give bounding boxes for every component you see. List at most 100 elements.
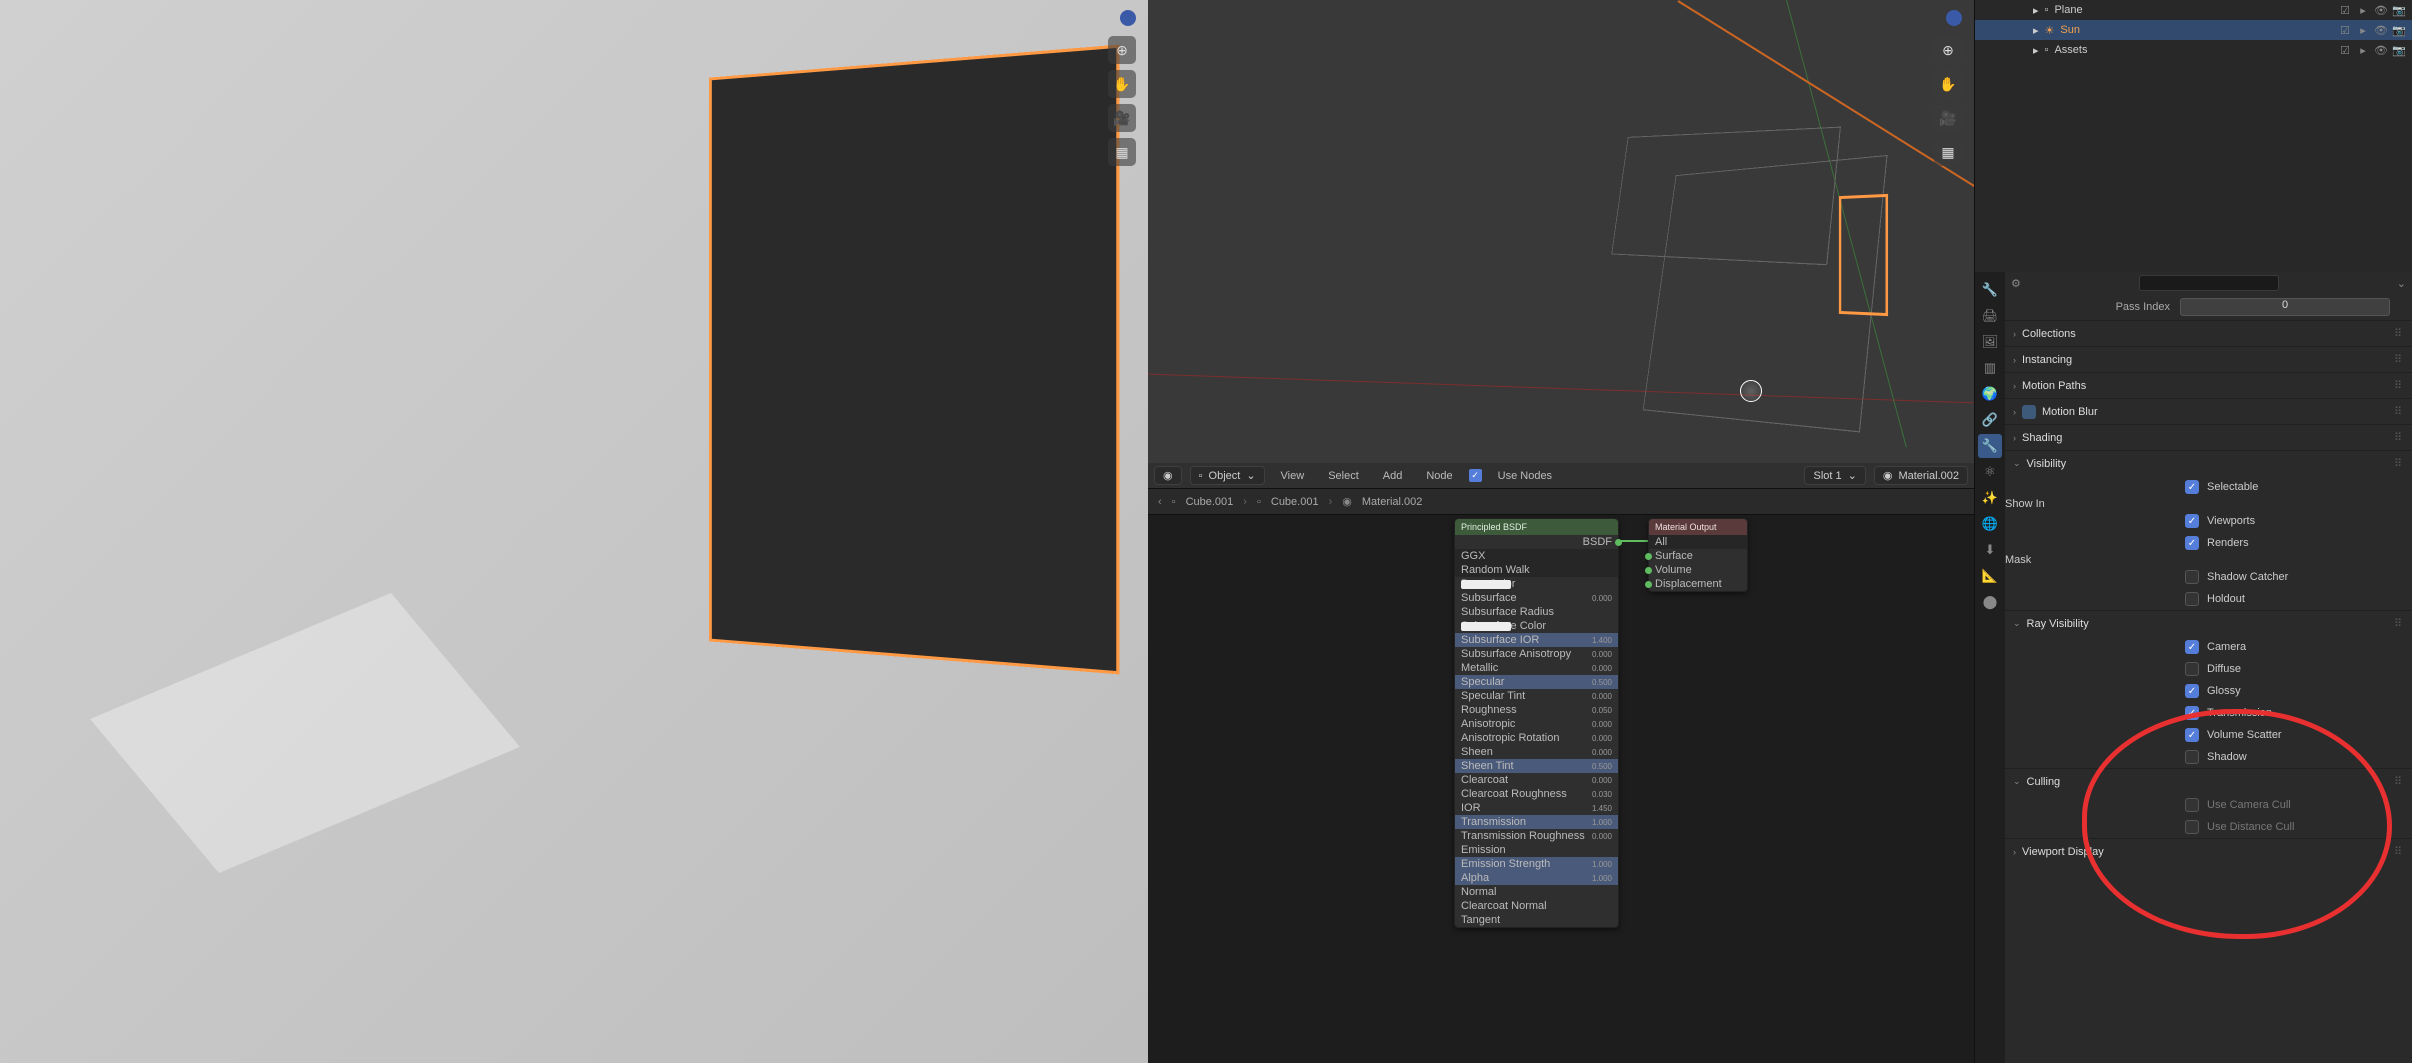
- node-socket[interactable]: Emission Strength1.000: [1455, 857, 1618, 871]
- node-socket[interactable]: Roughness0.050: [1455, 703, 1618, 717]
- edit-viewport[interactable]: ⊕ ✋ 🎥 ▦: [1148, 0, 1974, 463]
- property-tab[interactable]: ▥: [1978, 356, 2002, 380]
- panel-instancing[interactable]: ›Instancing⠿: [2005, 346, 2412, 372]
- filter-icon[interactable]: ⚙: [2011, 277, 2021, 290]
- options-icon[interactable]: ⌄: [2397, 277, 2406, 290]
- node-socket[interactable]: Subsurface Anisotropy0.000: [1455, 647, 1618, 661]
- ray-shadow-check[interactable]: [2185, 750, 2199, 764]
- ray-diffuse-check[interactable]: [2185, 662, 2199, 676]
- node-principled-bsdf[interactable]: Principled BSDF BSDF GGXRandom WalkBase …: [1454, 518, 1619, 928]
- panel-motion-blur[interactable]: ›Motion Blur⠿: [2005, 398, 2412, 424]
- property-tab[interactable]: 🌍: [1978, 382, 2002, 406]
- node-socket[interactable]: Specular0.500: [1455, 675, 1618, 689]
- property-tab[interactable]: ⬤: [1978, 590, 2002, 614]
- property-tab[interactable]: 🔧: [1978, 434, 2002, 458]
- bc-object[interactable]: Cube.001: [1186, 496, 1234, 508]
- node-socket[interactable]: Sheen0.000: [1455, 745, 1618, 759]
- outliner-item[interactable]: ▸☀Sun☑▸👁📷: [1975, 20, 2412, 40]
- node-socket[interactable]: Alpha1.000: [1455, 871, 1618, 885]
- camera-icon[interactable]: 🎥: [1108, 104, 1136, 132]
- output-target[interactable]: All: [1649, 535, 1747, 549]
- node-socket[interactable]: Base Color: [1455, 577, 1618, 591]
- selectable-check[interactable]: ✓: [2185, 480, 2199, 494]
- node-material-output[interactable]: Material Output All Surface Volume Displ…: [1648, 518, 1748, 592]
- menu-node[interactable]: Node: [1418, 468, 1460, 484]
- node-socket[interactable]: Normal: [1455, 885, 1618, 899]
- node-socket[interactable]: Metallic0.000: [1455, 661, 1618, 675]
- bc-material[interactable]: Material.002: [1362, 496, 1423, 508]
- use-nodes-check[interactable]: ✓: [1469, 469, 1482, 482]
- outliner-item[interactable]: ▸▫Assets☑▸👁📷: [1975, 40, 2412, 60]
- property-tab[interactable]: 📐: [1978, 564, 2002, 588]
- pan-icon[interactable]: ✋: [1934, 70, 1962, 98]
- property-tab[interactable]: 🖨: [1978, 304, 2002, 328]
- node-socket[interactable]: Subsurface Color: [1455, 619, 1618, 633]
- material-selector[interactable]: ◉ Material.002: [1874, 466, 1968, 485]
- property-tab[interactable]: 🔗: [1978, 408, 2002, 432]
- pass-index-input[interactable]: 0: [2180, 298, 2390, 316]
- node-socket[interactable]: Anisotropic0.000: [1455, 717, 1618, 731]
- node-socket[interactable]: Sheen Tint0.500: [1455, 759, 1618, 773]
- shadow-catcher-check[interactable]: [2185, 570, 2199, 584]
- holdout-check[interactable]: [2185, 592, 2199, 606]
- menu-select[interactable]: Select: [1320, 468, 1367, 484]
- ray-glossy-check[interactable]: ✓: [2185, 684, 2199, 698]
- zoom-icon[interactable]: ⊕: [1108, 36, 1136, 64]
- ray-camera-check[interactable]: ✓: [2185, 640, 2199, 654]
- outliner[interactable]: ▸▫Plane☑▸👁📷▸☀Sun☑▸👁📷▸▫Assets☑▸👁📷: [1974, 0, 2412, 272]
- property-tab[interactable]: ✨: [1978, 486, 2002, 510]
- camera-cull-check[interactable]: [2185, 798, 2199, 812]
- nav-gizmo[interactable]: [1946, 10, 1962, 26]
- node-socket[interactable]: Transmission1.000: [1455, 815, 1618, 829]
- node-socket[interactable]: Subsurface IOR1.400: [1455, 633, 1618, 647]
- panel-ray-visibility[interactable]: ⌄Ray Visibility⠿: [2005, 610, 2412, 636]
- property-tab[interactable]: ⚛: [1978, 460, 2002, 484]
- ray-transmission-check[interactable]: ✓: [2185, 706, 2199, 720]
- slot-selector[interactable]: Slot 1 ⌄: [1804, 466, 1865, 485]
- ray-volume-check[interactable]: ✓: [2185, 728, 2199, 742]
- viewports-check[interactable]: ✓: [2185, 514, 2199, 528]
- menu-view[interactable]: View: [1273, 468, 1313, 484]
- menu-add[interactable]: Add: [1375, 468, 1411, 484]
- chevron-left-icon[interactable]: ‹: [1158, 496, 1162, 508]
- node-socket[interactable]: Tangent: [1455, 913, 1618, 927]
- property-tab[interactable]: 🌐: [1978, 512, 2002, 536]
- panel-shading[interactable]: ›Shading⠿: [2005, 424, 2412, 450]
- panel-visibility[interactable]: ⌄Visibility⠿: [2005, 450, 2412, 476]
- search-input[interactable]: [2139, 275, 2279, 291]
- motion-blur-check[interactable]: [2022, 405, 2036, 419]
- node-socket[interactable]: Clearcoat0.000: [1455, 773, 1618, 787]
- distance-cull-check[interactable]: [2185, 820, 2199, 834]
- node-socket[interactable]: Transmission Roughness0.000: [1455, 829, 1618, 843]
- property-tab[interactable]: 🔧: [1978, 278, 2002, 302]
- node-socket[interactable]: Specular Tint0.000: [1455, 689, 1618, 703]
- property-tab[interactable]: 🖼: [1978, 330, 2002, 354]
- panel-viewport-display[interactable]: ›Viewport Display⠿: [2005, 838, 2412, 864]
- node-editor[interactable]: ◉ ▫Object ⌄ View Select Add Node ✓ Use N…: [1148, 463, 1974, 1063]
- node-socket[interactable]: Clearcoat Normal: [1455, 899, 1618, 913]
- node-socket[interactable]: Subsurface0.000: [1455, 591, 1618, 605]
- grid-icon[interactable]: ▦: [1108, 138, 1136, 166]
- node-socket[interactable]: IOR1.450: [1455, 801, 1618, 815]
- node-socket[interactable]: Random Walk: [1455, 563, 1618, 577]
- node-socket[interactable]: Clearcoat Roughness0.030: [1455, 787, 1618, 801]
- outliner-item[interactable]: ▸▫Plane☑▸👁📷: [1975, 0, 2412, 20]
- object-mode[interactable]: ▫Object ⌄: [1190, 466, 1265, 485]
- node-socket[interactable]: Subsurface Radius: [1455, 605, 1618, 619]
- renders-check[interactable]: ✓: [2185, 536, 2199, 550]
- panel-motion-paths[interactable]: ›Motion Paths⠿: [2005, 372, 2412, 398]
- nav-gizmo[interactable]: [1120, 10, 1136, 26]
- node-socket[interactable]: Emission: [1455, 843, 1618, 857]
- bc-mesh[interactable]: Cube.001: [1271, 496, 1319, 508]
- grid-icon[interactable]: ▦: [1934, 138, 1962, 166]
- camera-icon[interactable]: 🎥: [1934, 104, 1962, 132]
- panel-culling[interactable]: ⌄Culling⠿: [2005, 768, 2412, 794]
- editor-type[interactable]: ◉: [1154, 466, 1182, 485]
- panel-collections[interactable]: ›Collections⠿: [2005, 320, 2412, 346]
- zoom-icon[interactable]: ⊕: [1934, 36, 1962, 64]
- node-socket[interactable]: Anisotropic Rotation0.000: [1455, 731, 1618, 745]
- render-viewport[interactable]: ⊕ ✋ 🎥 ▦: [0, 0, 1148, 1063]
- property-tab[interactable]: ⬇: [1978, 538, 2002, 562]
- node-socket[interactable]: GGX: [1455, 549, 1618, 563]
- pan-icon[interactable]: ✋: [1108, 70, 1136, 98]
